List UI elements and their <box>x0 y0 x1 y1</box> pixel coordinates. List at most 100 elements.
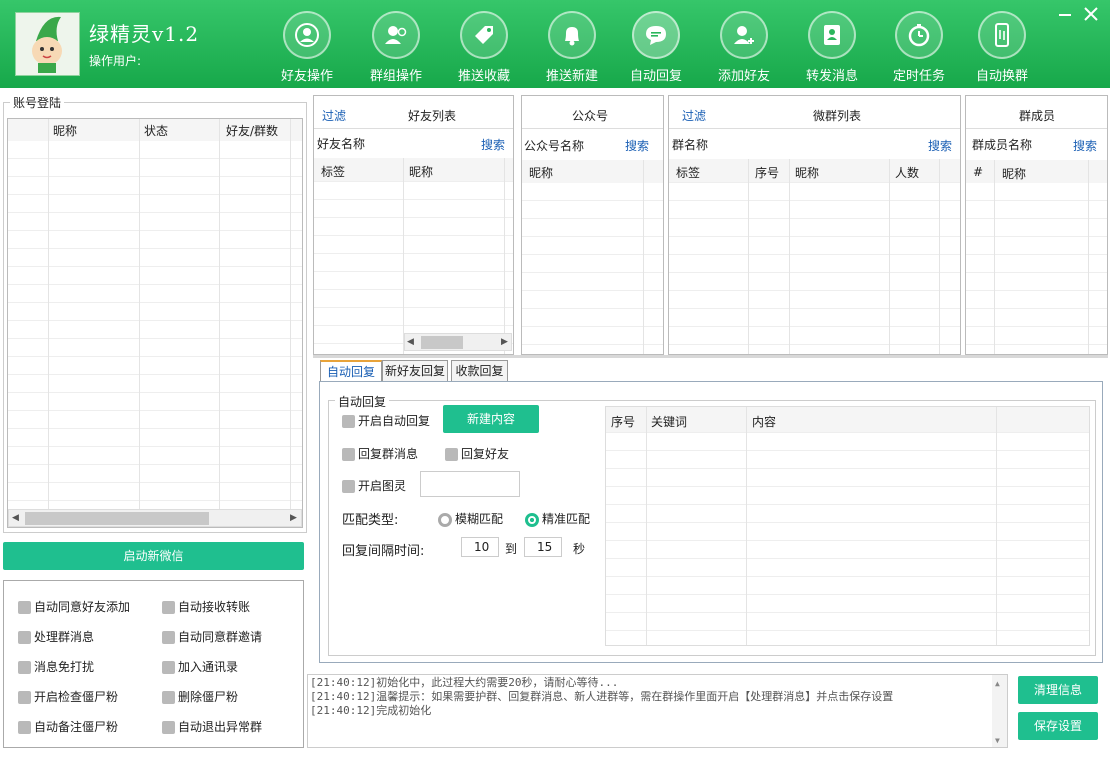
save-settings-button[interactable]: 保存设置 <box>1018 712 1098 740</box>
option-remark-zombie[interactable]: 自动备注僵尸粉 <box>18 718 118 735</box>
group-search-label: 群名称 <box>672 138 709 152</box>
option-delete-zombie[interactable]: 删除僵尸粉 <box>162 688 238 705</box>
option-auto-accept-group-invite[interactable]: 自动同意群邀请 <box>162 628 262 645</box>
nav-push-fav[interactable]: 推送收藏 <box>440 8 528 88</box>
scroll-thumb[interactable] <box>421 336 463 349</box>
column-header: 标签 <box>321 165 346 179</box>
nav-auto-switch-group[interactable]: 自动换群 <box>958 8 1046 88</box>
enable-tuling-option[interactable]: 开启图灵 <box>342 477 406 494</box>
auto-reply-tab-panel: 自动回复 开启自动回复 新建内容 回复群消息 回复好友 开启图灵 匹配类型: 模… <box>319 381 1103 663</box>
option-handle-group-msg[interactable]: 处理群消息 <box>18 628 94 645</box>
nav-forward-msg[interactable]: 转发消息 <box>788 8 876 88</box>
stopwatch-icon <box>895 11 943 59</box>
radio-unchecked[interactable] <box>438 512 452 527</box>
tuling-key-input[interactable] <box>420 471 520 497</box>
tab-payment-reply[interactable]: 收款回复 <box>451 360 508 382</box>
checkbox[interactable] <box>162 661 175 674</box>
scroll-right-arrow-icon[interactable]: ▶ <box>290 513 297 523</box>
new-content-button[interactable]: 新建内容 <box>443 405 539 433</box>
friend-search-label: 好友名称 <box>317 137 366 151</box>
tab-auto-reply[interactable]: 自动回复 <box>320 360 382 382</box>
account-login-title: 账号登陆 <box>10 94 65 111</box>
minimize-icon[interactable] <box>1057 6 1073 22</box>
column-header: 序号 <box>755 166 780 180</box>
nav-label: 推送新建 <box>545 69 598 84</box>
scroll-left-arrow-icon[interactable]: ◀ <box>12 513 19 523</box>
checkbox[interactable] <box>342 480 355 493</box>
checkbox[interactable] <box>445 448 458 461</box>
checkbox[interactable] <box>162 691 175 704</box>
nav-friend-ops[interactable]: 好友操作 <box>263 8 351 88</box>
checkbox[interactable] <box>342 448 355 461</box>
option-do-not-disturb[interactable]: 消息免打扰 <box>18 658 94 675</box>
chat-bubble-icon <box>632 11 680 59</box>
checkbox[interactable] <box>18 631 31 644</box>
account-table[interactable]: 昵称 状态 好友/群数 ◀ ▶ <box>7 118 303 528</box>
fuzzy-match-radio[interactable]: 模糊匹配 <box>438 510 503 527</box>
nav-label: 转发消息 <box>805 69 858 84</box>
column-header: 序号 <box>611 415 636 429</box>
horizontal-scrollbar[interactable]: ◀ ▶ <box>404 333 512 351</box>
close-icon[interactable] <box>1082 5 1100 23</box>
app-title: 绿精灵v1.2 <box>89 22 200 46</box>
checkbox[interactable] <box>162 631 175 644</box>
nav-label: 添加好友 <box>717 69 770 84</box>
members-table[interactable]: # 昵称 <box>966 160 1107 354</box>
checkbox[interactable] <box>162 601 175 614</box>
radio-checked[interactable] <box>525 512 539 527</box>
nav-auto-reply[interactable]: 自动回复 <box>612 8 700 88</box>
clear-info-button[interactable]: 清理信息 <box>1018 676 1098 704</box>
match-type-label: 匹配类型: <box>342 513 399 528</box>
nav-scheduled-task[interactable]: 定时任务 <box>875 8 963 88</box>
checkbox[interactable] <box>342 415 355 428</box>
exact-match-radio[interactable]: 精准匹配 <box>525 510 590 527</box>
option-auto-exit-abnormal-group[interactable]: 自动退出异常群 <box>162 718 262 735</box>
divider <box>313 355 1108 358</box>
nav-push-new[interactable]: 推送新建 <box>528 8 616 88</box>
checkbox[interactable] <box>18 601 31 614</box>
scroll-left-arrow-icon[interactable]: ◀ <box>407 337 414 347</box>
horizontal-scrollbar[interactable]: ◀ ▶ <box>8 509 302 527</box>
official-table[interactable]: 昵称 <box>522 160 663 354</box>
friend-search-button[interactable]: 搜索 <box>481 136 505 153</box>
operator-label: 操作用户: <box>89 54 142 68</box>
nav-group-ops[interactable]: 群组操作 <box>352 8 440 88</box>
log-area[interactable]: [21:40:12]初始化中，此过程大约需要20秒，请耐心等待... [21:4… <box>307 674 1008 748</box>
scroll-thumb[interactable] <box>25 512 209 525</box>
option-auto-receive-transfer[interactable]: 自动接收转账 <box>162 598 250 615</box>
friend-filter-link[interactable]: 过滤 <box>322 107 346 124</box>
reply-group-msg-option[interactable]: 回复群消息 <box>342 445 418 462</box>
tab-new-friend-reply[interactable]: 新好友回复 <box>382 360 448 382</box>
friend-table[interactable]: 标签 昵称 ◀ ▶ <box>314 158 513 354</box>
checkbox[interactable] <box>18 721 31 734</box>
column-header: 人数 <box>895 166 920 180</box>
group-table[interactable]: 标签 序号 昵称 人数 <box>669 159 960 354</box>
option-add-to-contacts[interactable]: 加入通讯录 <box>162 658 238 675</box>
add-user-icon <box>720 11 768 59</box>
nav-label: 群组操作 <box>369 69 422 84</box>
keyword-reply-table[interactable]: 序号 关键词 内容 <box>605 406 1090 646</box>
members-search-button[interactable]: 搜索 <box>1073 137 1097 154</box>
checkbox[interactable] <box>162 721 175 734</box>
group-search-button[interactable]: 搜索 <box>928 137 952 154</box>
option-auto-accept-friend[interactable]: 自动同意好友添加 <box>18 598 130 615</box>
interval-to-input[interactable]: 15 <box>524 537 562 557</box>
option-check-zombie[interactable]: 开启检查僵尸粉 <box>18 688 118 705</box>
friend-list-panel: 过滤 好友列表 好友名称 搜索 标签 昵称 ◀ ▶ <box>313 95 514 355</box>
group-members-panel: 群成员 群成员名称 搜索 # 昵称 <box>965 95 1108 355</box>
official-accounts-panel: 公众号 公众号名称 搜索 昵称 <box>521 95 664 355</box>
group-filter-link[interactable]: 过滤 <box>682 107 706 124</box>
tag-icon <box>460 11 508 59</box>
interval-from-input[interactable]: 10 <box>461 537 499 557</box>
official-search-button[interactable]: 搜索 <box>625 137 649 154</box>
enable-auto-reply-option[interactable]: 开启自动回复 <box>342 412 430 429</box>
checkbox[interactable] <box>18 661 31 674</box>
scroll-down-arrow-icon[interactable]: ▼ <box>995 734 1000 748</box>
checkbox[interactable] <box>18 691 31 704</box>
start-new-wechat-button[interactable]: 启动新微信 <box>3 542 304 570</box>
vertical-scrollbar[interactable]: ▲ ▼ <box>992 675 1007 747</box>
scroll-right-arrow-icon[interactable]: ▶ <box>501 337 508 347</box>
reply-friend-option[interactable]: 回复好友 <box>445 445 509 462</box>
scroll-up-arrow-icon[interactable]: ▲ <box>995 677 1000 691</box>
nav-add-friend[interactable]: 添加好友 <box>700 8 788 88</box>
